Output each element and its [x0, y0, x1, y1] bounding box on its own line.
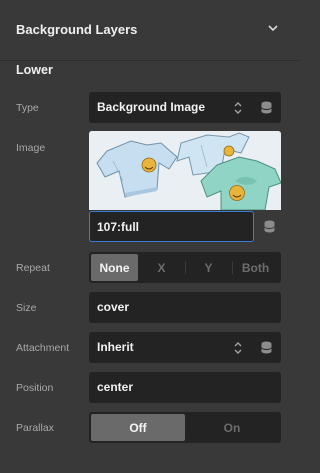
image-label: Image — [16, 142, 46, 154]
parallax-label: Parallax — [16, 422, 54, 434]
parallax-option-off[interactable]: Off — [91, 414, 185, 441]
repeat-option-y[interactable]: Y — [185, 254, 232, 281]
panel-title: Background Layers — [16, 22, 138, 37]
updown-arrows-icon — [234, 102, 242, 114]
image-id-value: 107:full — [97, 220, 140, 234]
size-label: Size — [16, 302, 37, 314]
size-input[interactable]: cover — [89, 292, 281, 323]
image-id-input[interactable]: 107:full — [89, 211, 254, 242]
attachment-value: Inherit — [97, 340, 134, 354]
parallax-option-on[interactable]: On — [185, 414, 279, 441]
database-icon[interactable] — [261, 341, 272, 354]
panel-header[interactable]: Background Layers — [0, 0, 299, 61]
updown-arrows-icon — [234, 342, 242, 354]
chevron-down-icon[interactable] — [267, 22, 279, 34]
attachment-select[interactable]: Inherit — [89, 332, 281, 363]
attachment-label: Attachment — [16, 342, 70, 354]
size-value: cover — [97, 300, 130, 314]
type-select[interactable]: Background Image — [89, 92, 281, 123]
repeat-option-x[interactable]: X — [138, 254, 185, 281]
repeat-segmented-control[interactable]: None X Y Both — [89, 252, 281, 283]
repeat-option-none[interactable]: None — [91, 254, 138, 281]
type-label: Type — [16, 102, 39, 114]
repeat-option-both[interactable]: Both — [232, 254, 279, 281]
parallax-toggle[interactable]: Off On — [89, 412, 281, 443]
repeat-label: Repeat — [16, 262, 50, 274]
position-input[interactable]: center — [89, 372, 281, 403]
position-label: Position — [16, 382, 54, 394]
database-icon[interactable] — [261, 101, 272, 114]
database-icon[interactable] — [264, 220, 275, 233]
section-title-lower: Lower — [16, 63, 53, 77]
type-value: Background Image — [97, 100, 206, 114]
image-preview[interactable] — [89, 131, 281, 210]
position-value: center — [97, 380, 134, 394]
sweatshirts-illustration — [89, 131, 281, 210]
